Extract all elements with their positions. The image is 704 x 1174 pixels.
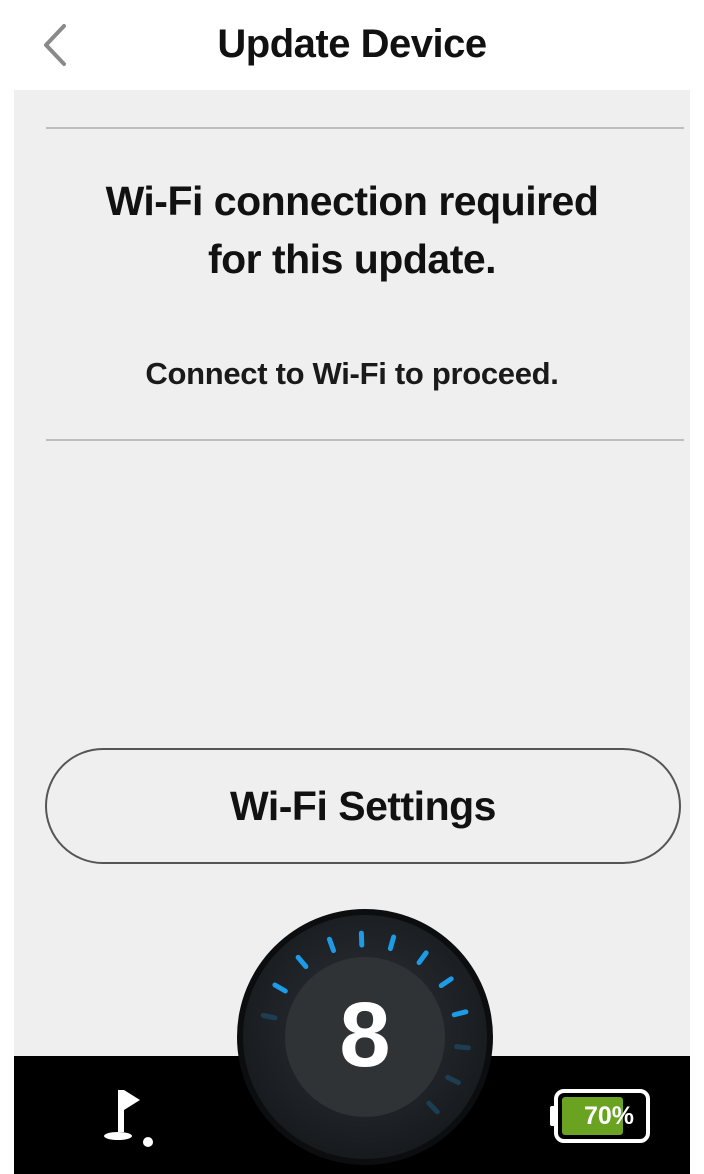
divider-top <box>46 127 684 129</box>
device-dial[interactable]: 8 <box>230 902 500 1172</box>
header-bar: Update Device <box>0 0 704 90</box>
dial-tick <box>387 934 397 952</box>
headline-line-2: for this update. <box>207 236 497 282</box>
divider-bottom <box>46 439 684 441</box>
page-title: Update Device <box>217 22 487 66</box>
battery-percentage: 70% <box>583 1102 635 1130</box>
headline-line-1: Wi-Fi connection required <box>105 178 599 224</box>
dial-tick <box>260 1012 278 1021</box>
wifi-settings-button[interactable]: Wi-Fi Settings <box>45 748 681 864</box>
dial-tick <box>453 1044 471 1051</box>
headline-message: Wi-Fi connection required for this updat… <box>14 172 690 288</box>
dial-tick <box>451 1009 469 1018</box>
golf-flag-icon[interactable] <box>96 1084 156 1150</box>
subtext-message: Connect to Wi-Fi to proceed. <box>145 356 559 391</box>
dial-value: 8 <box>339 984 390 1086</box>
